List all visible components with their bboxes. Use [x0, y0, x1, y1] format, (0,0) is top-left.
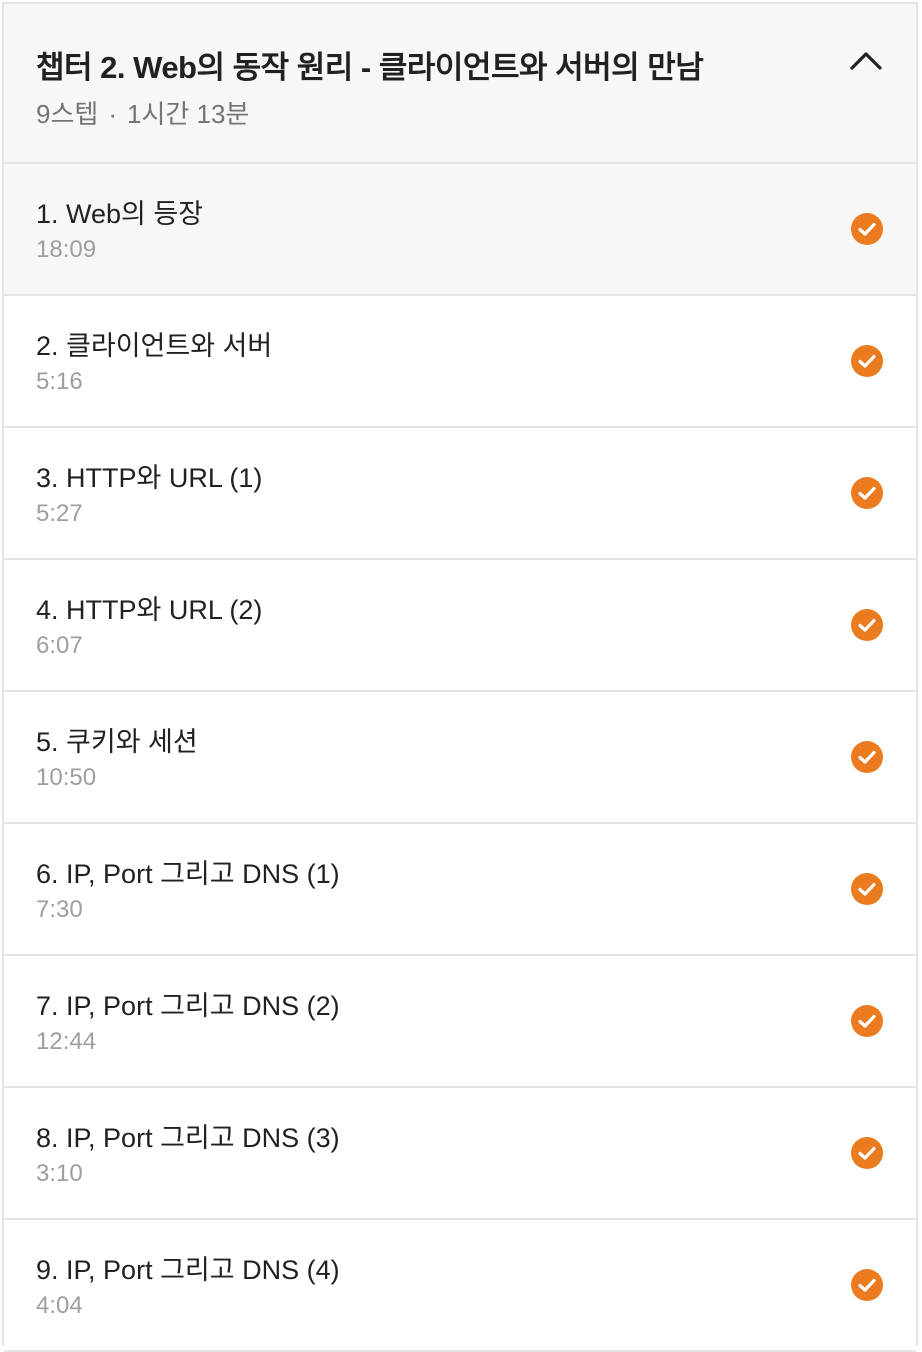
step-duration: 10:50 — [36, 764, 97, 791]
step-item[interactable]: 9. IP, Port 그리고 DNS (4) 4:04 — [4, 1220, 916, 1352]
check-circle-icon — [851, 609, 883, 641]
chevron-up-icon — [850, 52, 882, 70]
step-item[interactable]: 2. 클라이언트와 서버 5:16 — [4, 296, 916, 428]
check-circle-icon — [851, 477, 883, 509]
step-title: 2. 클라이언트와 서버 — [36, 331, 273, 361]
step-duration: 7:30 — [36, 896, 83, 923]
check-circle-icon — [851, 1269, 883, 1301]
check-circle-icon — [851, 345, 883, 377]
step-item[interactable]: 1. Web의 등장 18:09 — [4, 164, 916, 296]
step-duration: 12:44 — [36, 1028, 97, 1055]
step-item[interactable]: 7. IP, Port 그리고 DNS (2) 12:44 — [4, 956, 916, 1088]
chapter-meta: 9스텝 · 1시간 13분 — [36, 94, 249, 131]
step-title: 5. 쿠키와 세션 — [36, 727, 198, 757]
step-duration: 18:09 — [36, 236, 97, 263]
check-circle-icon — [851, 1137, 883, 1169]
meta-separator: · — [108, 99, 117, 129]
step-duration: 4:04 — [36, 1292, 83, 1319]
step-item[interactable]: 3. HTTP와 URL (1) 5:27 — [4, 428, 916, 560]
step-title: 6. IP, Port 그리고 DNS (1) — [36, 859, 340, 889]
chapter-panel: 챕터 2. Web의 동작 원리 - 클라이언트와 서버의 만남 9스텝 · 1시간… — [2, 2, 918, 1352]
check-circle-icon — [851, 873, 883, 905]
chapter-title: 챕터 2. Web의 동작 원리 - 클라이언트와 서버의 만남 — [36, 50, 704, 85]
step-item[interactable]: 6. IP, Port 그리고 DNS (1) 7:30 — [4, 824, 916, 956]
chapter-header[interactable]: 챕터 2. Web의 동작 원리 - 클라이언트와 서버의 만남 9스텝 · 1시간… — [4, 4, 916, 164]
step-count: 9스텝 — [36, 99, 99, 129]
step-duration: 5:27 — [36, 500, 83, 527]
step-title: 8. IP, Port 그리고 DNS (3) — [36, 1123, 340, 1153]
step-duration: 6:07 — [36, 632, 83, 659]
check-circle-icon — [851, 741, 883, 773]
step-title: 1. Web의 등장 — [36, 199, 204, 229]
check-circle-icon — [851, 213, 883, 245]
step-title: 4. HTTP와 URL (2) — [36, 595, 263, 625]
step-title: 9. IP, Port 그리고 DNS (4) — [36, 1255, 340, 1285]
step-item[interactable]: 8. IP, Port 그리고 DNS (3) 3:10 — [4, 1088, 916, 1220]
collapse-button[interactable] — [846, 40, 886, 80]
step-title: 3. HTTP와 URL (1) — [36, 463, 263, 493]
step-duration: 5:16 — [36, 368, 83, 395]
step-duration: 3:10 — [36, 1160, 83, 1187]
step-item[interactable]: 5. 쿠키와 세션 10:50 — [4, 692, 916, 824]
step-title: 7. IP, Port 그리고 DNS (2) — [36, 991, 340, 1021]
total-duration: 1시간 13분 — [126, 99, 250, 129]
check-circle-icon — [851, 1005, 883, 1037]
step-list: 1. Web의 등장 18:09 2. 클라이언트와 서버 5:16 3. HTTP와 … — [4, 164, 916, 1352]
step-item[interactable]: 4. HTTP와 URL (2) 6:07 — [4, 560, 916, 692]
